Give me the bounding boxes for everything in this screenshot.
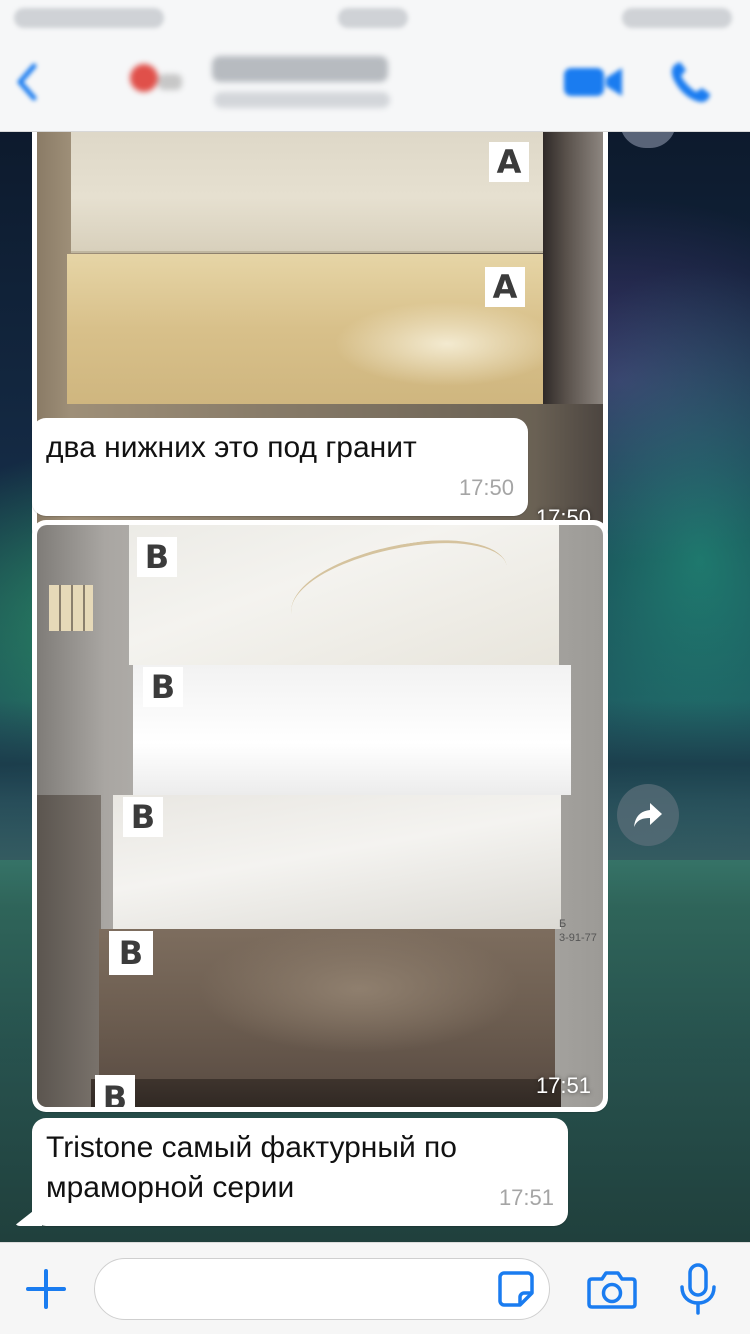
contact-avatar[interactable] xyxy=(122,54,190,102)
message-time: 17:51 xyxy=(535,1073,591,1098)
plus-icon xyxy=(26,1269,66,1309)
message-input[interactable] xyxy=(94,1258,550,1320)
voice-call-button[interactable] xyxy=(664,58,716,106)
back-button[interactable] xyxy=(10,60,46,104)
message-composer xyxy=(0,1242,750,1334)
sample-label: B xyxy=(95,1075,135,1107)
camera-icon xyxy=(587,1271,637,1309)
sample-label: B xyxy=(137,537,177,577)
sticker-button[interactable] xyxy=(496,1269,536,1309)
forward-button[interactable] xyxy=(617,784,679,846)
forward-arrow-icon xyxy=(634,803,662,827)
status-battery xyxy=(622,8,732,28)
message-time: 17:50 xyxy=(458,475,514,500)
contact-name[interactable] xyxy=(212,56,388,82)
text-message[interactable]: Tristone самый фактурный по мраморной се… xyxy=(14,1118,568,1226)
chevron-left-icon xyxy=(17,63,37,101)
message-text-line-2: мраморной серии xyxy=(46,1171,295,1204)
status-carrier xyxy=(14,8,164,28)
sample-label: B xyxy=(109,931,153,975)
sample-label: A xyxy=(485,267,525,307)
text-message[interactable]: два нижних это под гранит 17:50 xyxy=(32,418,528,516)
image-message[interactable]: Б 3-91-77 B B B B B 17:51 xyxy=(32,520,608,1112)
phone-icon xyxy=(671,62,710,103)
sample-label: B xyxy=(143,667,183,707)
photo-countertop-samples-b[interactable]: Б 3-91-77 B B B B B 17:51 xyxy=(37,525,603,1107)
message-list[interactable]: A A 17:50 два нижних это под гранит 17:5… xyxy=(0,112,750,1242)
sticker-icon xyxy=(498,1271,534,1307)
contact-status xyxy=(214,92,390,108)
bubble-tail xyxy=(14,1204,42,1226)
camera-button[interactable] xyxy=(586,1267,638,1311)
video-camera-icon xyxy=(564,68,622,96)
sample-label: B xyxy=(123,797,163,837)
message-text-line-1: Tristone самый фактурный по xyxy=(46,1131,457,1164)
video-call-button[interactable] xyxy=(560,60,626,104)
microphone-icon xyxy=(680,1263,716,1315)
message-text: два нижних это под гранит xyxy=(46,431,417,464)
chat-header xyxy=(0,0,750,132)
status-time xyxy=(338,8,408,28)
side-text: Б 3-91-77 xyxy=(559,918,597,944)
message-time: 17:51 xyxy=(498,1185,554,1210)
sample-label: A xyxy=(489,142,529,182)
attach-button[interactable] xyxy=(22,1265,70,1313)
microphone-button[interactable] xyxy=(676,1261,720,1317)
status-bar xyxy=(0,0,750,40)
